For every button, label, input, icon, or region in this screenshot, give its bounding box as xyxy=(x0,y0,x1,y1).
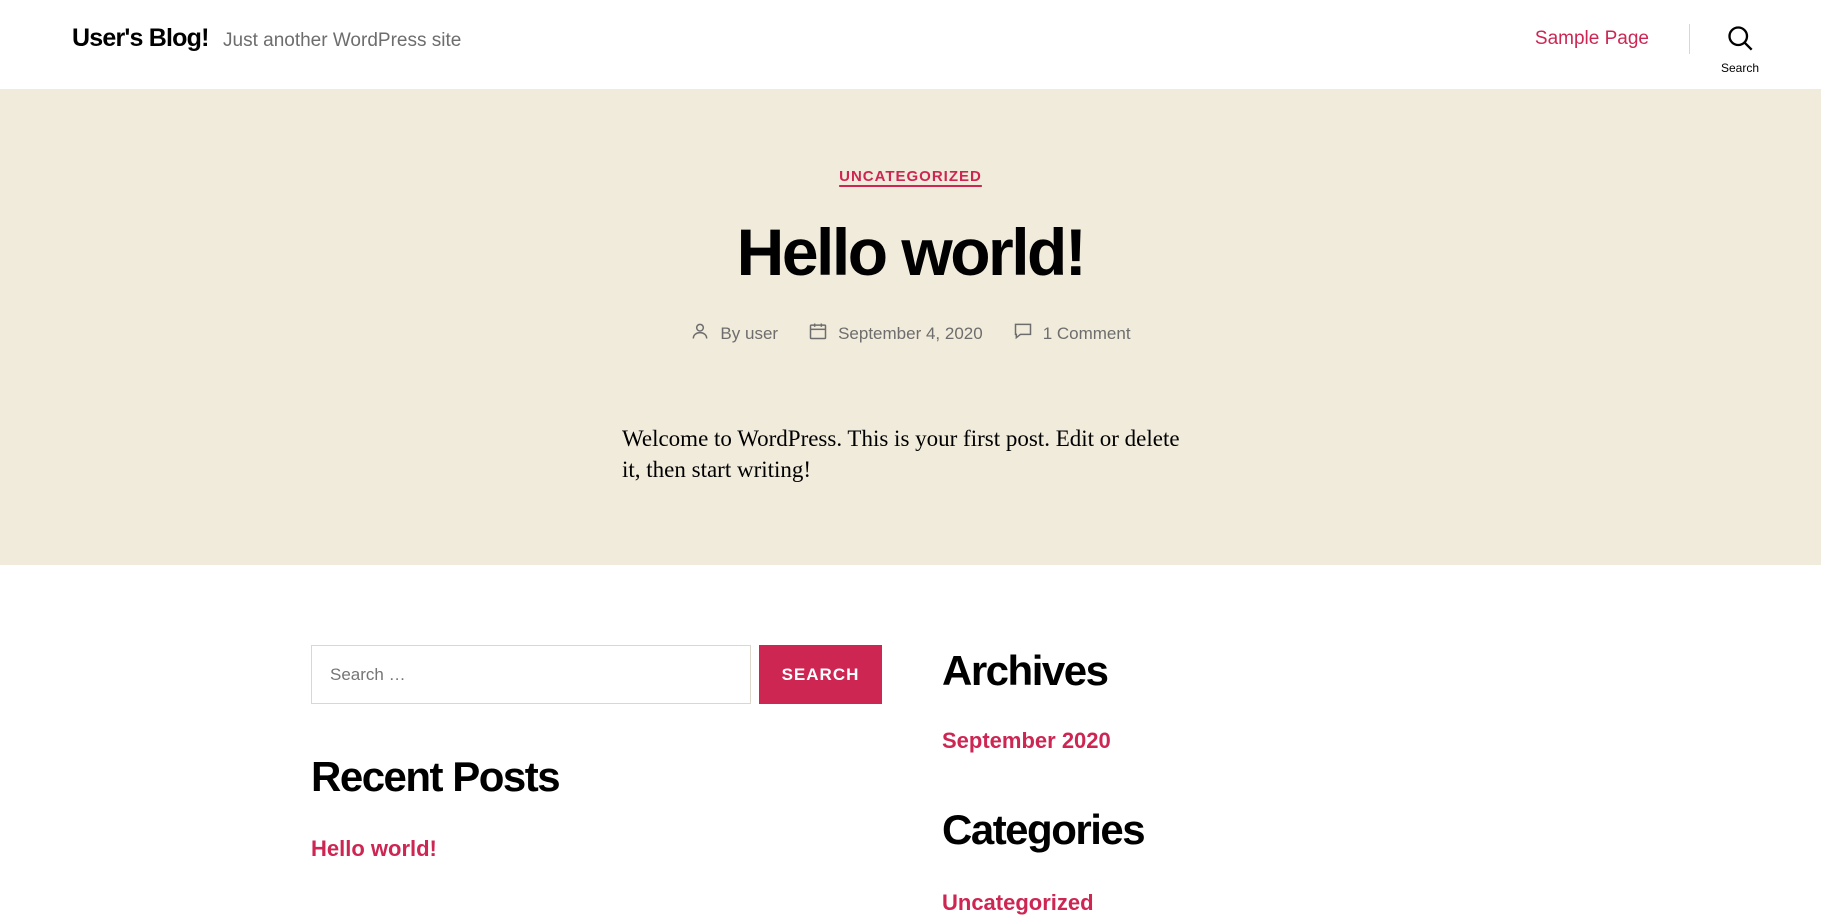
search-button[interactable]: SEARCH xyxy=(759,645,882,704)
search-icon xyxy=(1726,24,1754,57)
post-date: September 4, 2020 xyxy=(808,321,983,346)
category-link[interactable]: UNCATEGORIZED xyxy=(839,168,982,185)
search-form: SEARCH xyxy=(311,645,882,704)
comment-icon xyxy=(1013,321,1033,346)
comments-link[interactable]: 1 Comment xyxy=(1043,324,1131,344)
post-content: Welcome to WordPress. This is your first… xyxy=(622,426,1180,483)
date-link[interactable]: September 4, 2020 xyxy=(838,324,983,344)
footer-widgets: SEARCH Recent Posts Hello world! Archive… xyxy=(0,565,1821,917)
categories-title: Categories xyxy=(942,806,1146,853)
category-widget-link[interactable]: Uncategorized xyxy=(942,890,1094,916)
site-description: Just another WordPress site xyxy=(223,30,462,51)
post-comments: 1 Comment xyxy=(1013,321,1131,346)
recent-posts-title: Recent Posts xyxy=(311,753,561,800)
search-toggle-label: Search xyxy=(1720,61,1760,75)
calendar-icon xyxy=(808,321,828,346)
post-meta: By user September 4, 2020 1 Comment xyxy=(0,321,1821,346)
header-divider xyxy=(1689,24,1690,54)
post-title: Hello world! xyxy=(736,215,1087,289)
post-header: UNCATEGORIZED Hello world! By user Septe… xyxy=(0,89,1821,565)
post-category: UNCATEGORIZED xyxy=(0,168,1821,186)
person-icon xyxy=(690,321,710,346)
post-author: By user xyxy=(690,321,778,346)
archive-link[interactable]: September 2020 xyxy=(942,728,1111,754)
site-title[interactable]: User's Blog! xyxy=(72,24,209,53)
archives-title: Archives xyxy=(942,647,1109,694)
author-prefix: By xyxy=(720,323,741,343)
recent-post-link[interactable]: Hello world! xyxy=(311,836,437,862)
search-toggle-button[interactable]: Search xyxy=(1710,24,1770,76)
site-header: User's Blog! Just another WordPress site… xyxy=(0,0,1821,89)
author-link[interactable]: user xyxy=(745,324,778,343)
search-input[interactable] xyxy=(311,645,751,704)
nav-link-sample-page[interactable]: Sample Page xyxy=(1535,28,1649,50)
